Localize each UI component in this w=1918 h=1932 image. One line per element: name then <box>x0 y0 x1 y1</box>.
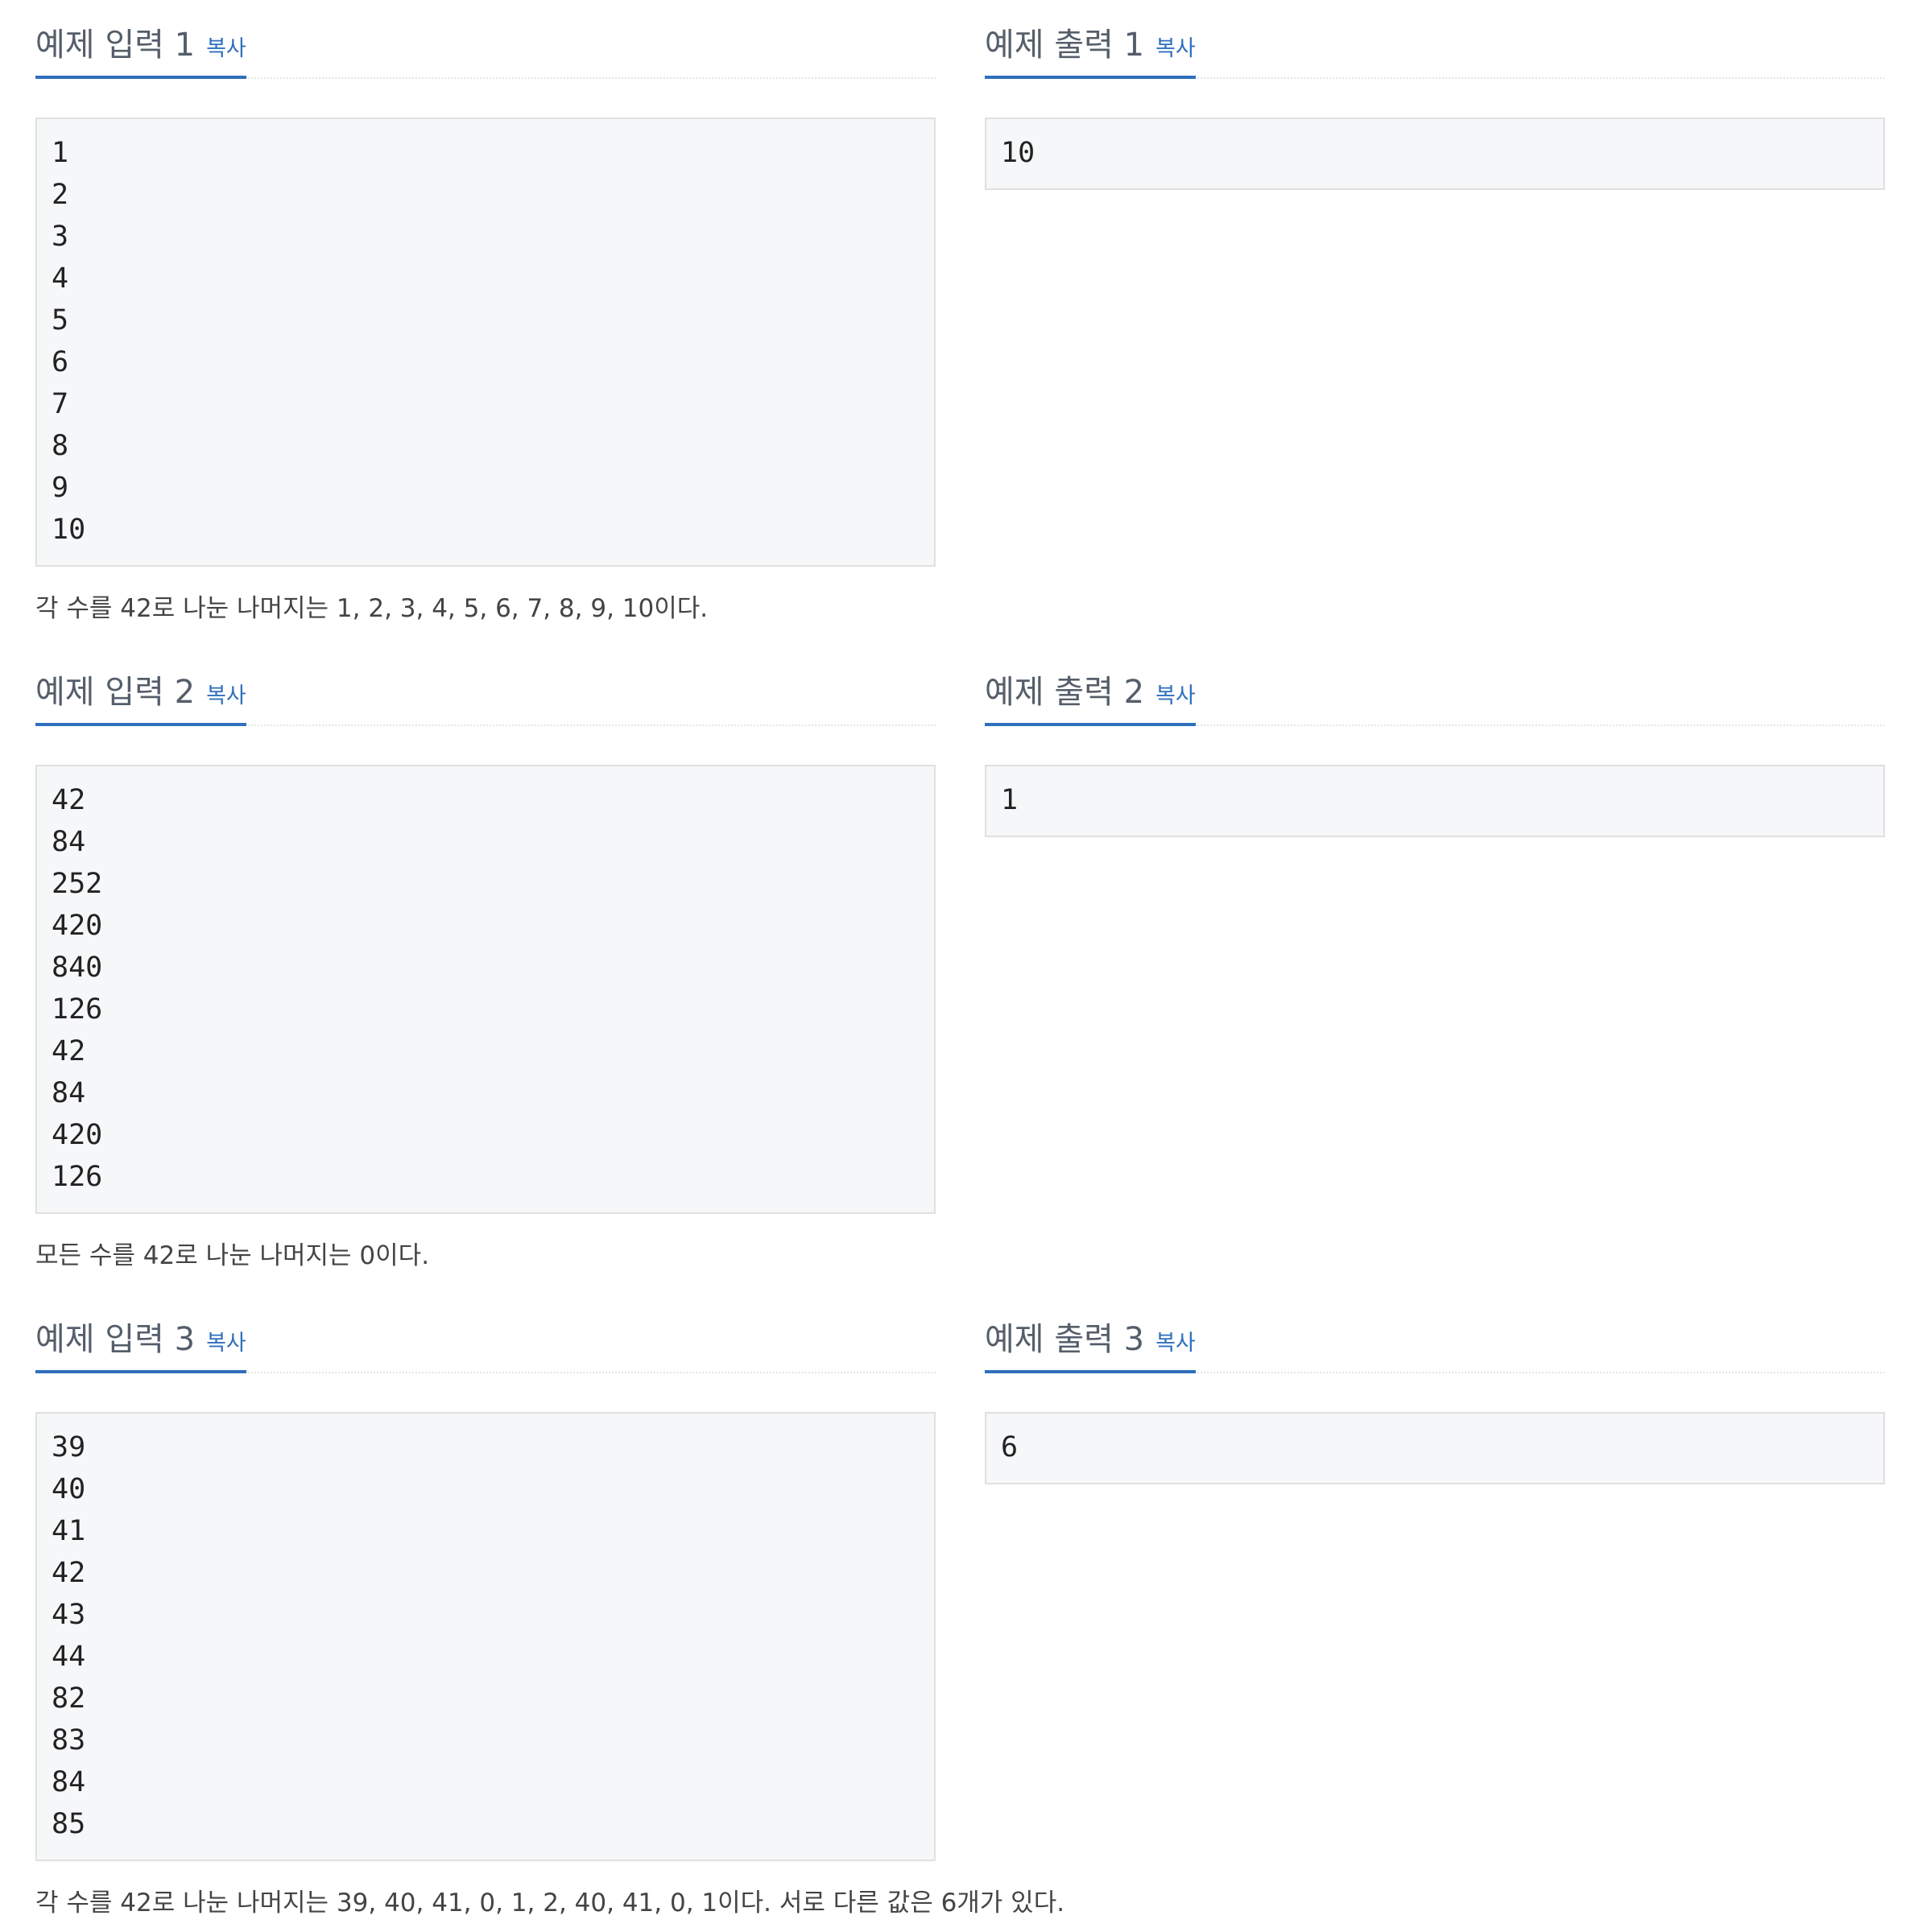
sample-line: 126 <box>52 1161 103 1193</box>
sample-input-title: 예제 입력 1 <box>35 27 196 64</box>
sample-input-headline: 예제 입력 1 복사 <box>35 0 936 79</box>
headline-underline: 예제 입력 3 복사 <box>35 1296 246 1373</box>
sample-output-box[interactable]: 1 <box>985 765 1885 837</box>
sample-line: 85 <box>52 1808 86 1840</box>
sample-output-title: 예제 출력 3 <box>985 1321 1145 1358</box>
sample-line: 84 <box>52 1766 86 1798</box>
sample-line: 1 <box>1001 784 1019 816</box>
copy-input-link[interactable]: 복사 <box>206 685 246 708</box>
sample-line: 6 <box>52 346 69 378</box>
sample-line: 8 <box>52 430 69 462</box>
sample-line: 6 <box>1001 1431 1019 1463</box>
sample-input-2: 예제 입력 2 복사 42 84 252 420 840 126 42 84 420 126 <box>35 647 936 1214</box>
sample-output-headline: 예제 출력 2 복사 <box>985 647 1885 726</box>
sample-line: 420 <box>52 910 103 942</box>
sample-line: 42 <box>52 1557 86 1589</box>
headline-underline: 예제 입력 2 복사 <box>35 649 246 726</box>
sample-input-3: 예제 입력 3 복사 39 40 41 42 43 44 82 83 84 85 <box>35 1294 936 1861</box>
sample-line: 2 <box>52 179 69 211</box>
sample-input-box[interactable]: 42 84 252 420 840 126 42 84 420 126 <box>35 765 936 1214</box>
sample-line: 9 <box>52 472 69 504</box>
copy-input-link[interactable]: 복사 <box>206 1332 246 1356</box>
sample-explanation-2: 모든 수를 42로 나눈 나머지는 0이다. <box>35 1241 430 1270</box>
sample-input-title: 예제 입력 3 <box>35 1321 196 1358</box>
sample-line: 126 <box>52 993 103 1026</box>
sample-line: 10 <box>1001 137 1035 169</box>
sample-output-box[interactable]: 6 <box>985 1412 1885 1484</box>
sample-input-headline: 예제 입력 2 복사 <box>35 647 936 726</box>
sample-line: 420 <box>52 1119 103 1151</box>
sample-explanation-3: 각 수를 42로 나눈 나머지는 39, 40, 41, 0, 1, 2, 40… <box>35 1889 1065 1918</box>
sample-line: 840 <box>52 952 103 984</box>
sample-output-3: 예제 출력 3 복사 6 <box>985 1294 1885 1484</box>
sample-output-headline: 예제 출력 1 복사 <box>985 0 1885 79</box>
headline-underline: 예제 입력 1 복사 <box>35 2 246 79</box>
sample-line: 1 <box>52 137 69 169</box>
sample-line: 10 <box>52 514 86 546</box>
sample-output-title: 예제 출력 1 <box>985 27 1145 64</box>
sample-line: 3 <box>52 221 69 253</box>
copy-output-link[interactable]: 복사 <box>1155 38 1196 61</box>
sample-output-headline: 예제 출력 3 복사 <box>985 1294 1885 1373</box>
sample-input-title: 예제 입력 2 <box>35 674 196 711</box>
sample-input-box[interactable]: 1 2 3 4 5 6 7 8 9 10 <box>35 118 936 567</box>
sample-line: 44 <box>52 1641 86 1673</box>
headline-underline: 예제 출력 3 복사 <box>985 1296 1196 1373</box>
sample-input-1: 예제 입력 1 복사 1 2 3 4 5 6 7 8 9 10 <box>35 0 936 567</box>
sample-line: 41 <box>52 1515 86 1547</box>
sample-line: 252 <box>52 868 103 900</box>
sample-line: 43 <box>52 1599 86 1631</box>
sample-output-title: 예제 출력 2 <box>985 674 1145 711</box>
copy-output-link[interactable]: 복사 <box>1155 1332 1196 1356</box>
sample-output-1: 예제 출력 1 복사 10 <box>985 0 1885 190</box>
sample-line: 84 <box>52 1077 86 1109</box>
sample-line: 42 <box>52 1035 86 1067</box>
headline-underline: 예제 출력 1 복사 <box>985 2 1196 79</box>
sample-output-2: 예제 출력 2 복사 1 <box>985 647 1885 837</box>
sample-line: 42 <box>52 784 86 816</box>
sample-line: 4 <box>52 262 69 295</box>
sample-line: 84 <box>52 826 86 858</box>
headline-underline: 예제 출력 2 복사 <box>985 649 1196 726</box>
sample-line: 7 <box>52 388 69 420</box>
sample-line: 39 <box>52 1431 86 1463</box>
sample-line: 83 <box>52 1724 86 1757</box>
sample-output-box[interactable]: 10 <box>985 118 1885 190</box>
sample-input-box[interactable]: 39 40 41 42 43 44 82 83 84 85 <box>35 1412 936 1861</box>
sample-line: 40 <box>52 1473 86 1505</box>
copy-output-link[interactable]: 복사 <box>1155 685 1196 708</box>
sample-line: 5 <box>52 304 69 336</box>
sample-input-headline: 예제 입력 3 복사 <box>35 1294 936 1373</box>
sample-explanation-1: 각 수를 42로 나눈 나머지는 1, 2, 3, 4, 5, 6, 7, 8,… <box>35 594 709 623</box>
sample-line: 82 <box>52 1682 86 1715</box>
copy-input-link[interactable]: 복사 <box>206 38 246 61</box>
